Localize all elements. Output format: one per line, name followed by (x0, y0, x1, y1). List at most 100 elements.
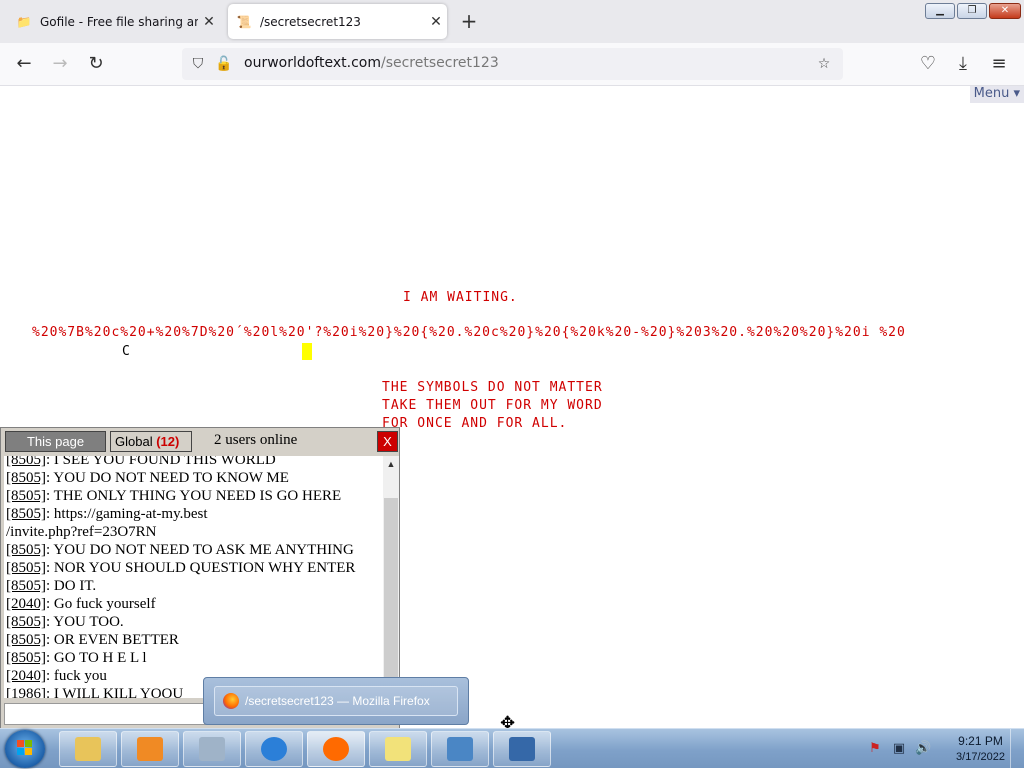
url-path: /secretsecret123 (380, 55, 499, 71)
chat-user-id[interactable]: [8505] (6, 578, 46, 594)
back-icon[interactable]: ← (11, 52, 37, 76)
reload-icon[interactable]: ↻ (83, 52, 109, 76)
encoded-text: %20%7B%20c%20+%20%7D%20´%20l%20'?%20i%20… (32, 325, 906, 340)
chat-close-button[interactable]: X (377, 431, 398, 452)
preview-title: /secretsecret123 — Mozilla Firefox (245, 694, 430, 708)
volume-icon[interactable]: 🔊 (915, 741, 931, 757)
nav-bar: ← → ↻ ⛉ 🔓 ourworldoftext.com/secretsecre… (0, 43, 1024, 86)
lock-icon[interactable]: 🔓 (214, 52, 234, 76)
action-center-flag-icon[interactable]: ⚑ (867, 741, 883, 757)
chat-user-id[interactable]: [1986] (6, 686, 46, 698)
clock-time[interactable]: 9:21 PM (948, 734, 1013, 748)
chat-message-text: GO TO H E L l (53, 650, 147, 666)
show-desktop-button[interactable] (1010, 729, 1024, 769)
chat-message-text: Go fuck yourself (53, 596, 156, 612)
taskbar-button-window[interactable] (493, 731, 551, 767)
chat-user-id[interactable]: [8505] (6, 506, 46, 522)
shield-icon[interactable]: ⛉ (188, 52, 208, 76)
taskbar-button-explorer[interactable] (59, 731, 117, 767)
chat-user-id[interactable]: [8505] (6, 614, 46, 630)
folder-icon: 📁 (16, 14, 32, 29)
chat-message: [8505]: https://gaming-at-my.best (6, 506, 208, 522)
restore-button[interactable]: ❐ (957, 3, 987, 19)
chat-message: [8505]: YOU DO NOT NEED TO KNOW ME (6, 470, 289, 486)
chat-user-id[interactable]: [8505] (6, 470, 46, 486)
stray-char: C (122, 344, 130, 359)
taskbar-preview[interactable]: /secretsecret123 — Mozilla Firefox (203, 677, 469, 725)
chat-user-id[interactable]: [8505] (6, 542, 46, 558)
taskbar-button-firefox[interactable] (307, 731, 365, 767)
scroll-thumb[interactable] (384, 498, 398, 698)
chat-user-id[interactable]: [2040] (6, 668, 46, 684)
users-online-text: 2 users online (214, 432, 298, 448)
tab-secretsecret[interactable]: 📜 /secretsecret123 ✕ (228, 4, 447, 39)
chat-messages: [8505]: I SEE YOU FOUND THIS WORLD [8505]… (6, 456, 382, 698)
chat-message-text: https://gaming-at-my.best (53, 506, 208, 522)
preview-item[interactable]: /secretsecret123 — Mozilla Firefox (214, 686, 458, 716)
taskbar-button-media-player[interactable] (121, 731, 179, 767)
chat-message: [8505]: DO IT. (6, 578, 97, 594)
chat-message: [8505]: YOU TOO. (6, 614, 124, 630)
app-menu-icon[interactable]: ≡ (986, 52, 1012, 76)
chat-user-id[interactable]: [8505] (6, 650, 46, 666)
taskbar-button-control-panel[interactable] (431, 731, 489, 767)
chat-message: [8505]: NOR YOU SHOULD QUESTION WHY ENTE… (6, 560, 356, 576)
pocket-icon[interactable]: ♡ (915, 52, 941, 76)
forward-icon[interactable]: → (47, 52, 73, 76)
clock-date[interactable]: 3/17/2022 (943, 751, 1018, 763)
chat-log[interactable]: [8505]: I SEE YOU FOUND THIS WORLD [8505]… (4, 456, 399, 698)
start-button[interactable] (5, 730, 45, 768)
tab-bar: 📁 Gofile - Free file sharing and sto ✕ 📜… (0, 0, 1024, 43)
chat-user-id[interactable]: [8505] (6, 488, 46, 504)
url-text[interactable]: ourworldoftext.com/secretsecret123 (244, 55, 499, 71)
close-window-button[interactable]: ✕ (989, 3, 1021, 19)
ie-icon (261, 737, 287, 761)
firefox-icon (323, 737, 349, 761)
chat-user-id[interactable]: [8505] (6, 456, 46, 468)
chevron-down-icon: ▾ (1013, 86, 1020, 101)
chat-user-id[interactable]: [2040] (6, 596, 46, 612)
window-icon (509, 737, 535, 761)
media-player-icon (137, 737, 163, 761)
control-panel-icon (447, 737, 473, 761)
close-tab-icon[interactable]: ✕ (198, 14, 220, 30)
chat-tab-this-page[interactable]: This page (5, 431, 106, 452)
message-line: THE SYMBOLS DO NOT MATTER (382, 380, 603, 395)
chat-message: [8505]: I SEE YOU FOUND THIS WORLD (6, 456, 382, 469)
close-tab-icon[interactable]: ✕ (425, 14, 447, 30)
new-tab-button[interactable]: + (458, 11, 480, 33)
scroll-icon: 📜 (236, 14, 252, 29)
tools-icon (199, 737, 225, 761)
page-menu-button[interactable]: Menu ▾ (969, 86, 1024, 103)
chat-message: [8505]: GO TO H E L l (6, 650, 147, 666)
taskbar-button-tools[interactable] (183, 731, 241, 767)
text-cursor (302, 343, 312, 360)
firefox-icon (223, 693, 239, 709)
taskbar-button-ie[interactable] (245, 731, 303, 767)
bookmark-star-icon[interactable]: ☆ (814, 52, 834, 76)
download-icon[interactable]: ⤓ (950, 52, 976, 76)
tab-title: /secretsecret123 (260, 14, 361, 29)
network-icon[interactable]: ▣ (891, 741, 907, 757)
chat-message-text: /invite.php?ref=23O7RN (6, 524, 157, 540)
chat-user-id[interactable]: [8505] (6, 632, 46, 648)
message-line: FOR ONCE AND FOR ALL. (382, 416, 568, 431)
chat-message-text: DO IT. (53, 578, 97, 594)
chat-message-text: I SEE YOU FOUND THIS WORLD (53, 456, 276, 468)
message-line: TAKE THEM OUT FOR MY WORD (382, 398, 603, 413)
tab-gofile[interactable]: 📁 Gofile - Free file sharing and sto ✕ (8, 4, 220, 39)
chat-tab-global[interactable]: Global (12) (110, 431, 192, 452)
taskbar-button-notes[interactable] (369, 731, 427, 767)
chat-message: [2040]: Go fuck yourself (6, 596, 156, 612)
page-menu-label: Menu (973, 86, 1010, 101)
tab-title: Gofile - Free file sharing and sto (40, 14, 198, 29)
scroll-up-icon[interactable]: ▲ (383, 456, 399, 472)
chat-scrollbar[interactable]: ▲ (383, 456, 399, 698)
chat-message-text: fuck you (53, 668, 107, 684)
minimize-button[interactable]: ▁ (925, 3, 955, 19)
chat-message-text: THE ONLY THING YOU NEED IS GO HERE (53, 488, 342, 504)
address-bar[interactable]: ⛉ 🔓 ourworldoftext.com/secretsecret123 ☆ (182, 48, 843, 80)
chat-user-id[interactable]: [8505] (6, 560, 46, 576)
taskbar: ⚑ ▣ 🔊 9:21 PM 3/17/2022 (0, 728, 1024, 769)
explorer-icon (75, 737, 101, 761)
